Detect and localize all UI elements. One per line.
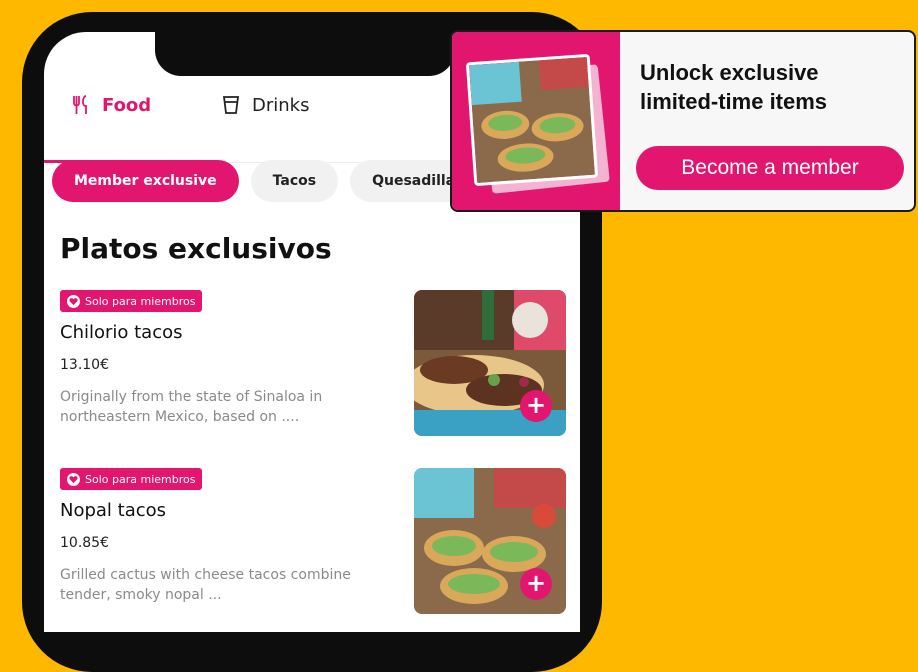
- nopal-tacos-photo[interactable]: +: [414, 468, 566, 614]
- glass-icon: [220, 94, 242, 116]
- tab-drinks-label: Drinks: [252, 94, 310, 116]
- chip-member-exclusive[interactable]: Member exclusive: [52, 160, 239, 202]
- membership-promo-card: Unlock exclusive limited-time items Beco…: [450, 30, 916, 212]
- badge-label: Solo para miembros: [85, 294, 196, 308]
- promo-image-panel: [452, 32, 620, 210]
- tab-drinks[interactable]: Drinks: [220, 94, 309, 116]
- promo-title: Unlock exclusive limited-time items: [640, 60, 828, 114]
- heart-icon: [67, 472, 80, 486]
- become-member-button[interactable]: Become a member: [636, 146, 904, 190]
- filter-chips: Member exclusive Tacos Quesadillas: [52, 160, 486, 204]
- phone-notch: [155, 32, 455, 76]
- add-item-button[interactable]: +: [520, 568, 552, 600]
- add-item-button[interactable]: +: [520, 390, 552, 422]
- section-title: Platos exclusivos: [60, 232, 332, 265]
- promo-tacos-photo: [465, 53, 599, 187]
- member-badge: Solo para miembros: [60, 468, 203, 490]
- tab-food-label: Food: [102, 94, 152, 116]
- fork-knife-icon: [70, 94, 92, 116]
- menu-item[interactable]: Solo para miembros Nopal tacos 10.85€ Gr…: [60, 468, 570, 614]
- tab-food[interactable]: Food: [70, 94, 151, 116]
- chilorio-tacos-photo[interactable]: +: [414, 290, 566, 436]
- item-description: Grilled cactus with cheese tacos combine…: [60, 567, 351, 603]
- menu-item[interactable]: Solo para miembros Chilorio tacos 13.10€…: [60, 290, 570, 436]
- badge-label: Solo para miembros: [85, 472, 196, 486]
- member-badge: Solo para miembros: [60, 290, 203, 312]
- chip-tacos[interactable]: Tacos: [250, 160, 339, 202]
- heart-icon: [67, 294, 80, 308]
- item-description: Originally from the state of Sinaloa in …: [60, 389, 323, 425]
